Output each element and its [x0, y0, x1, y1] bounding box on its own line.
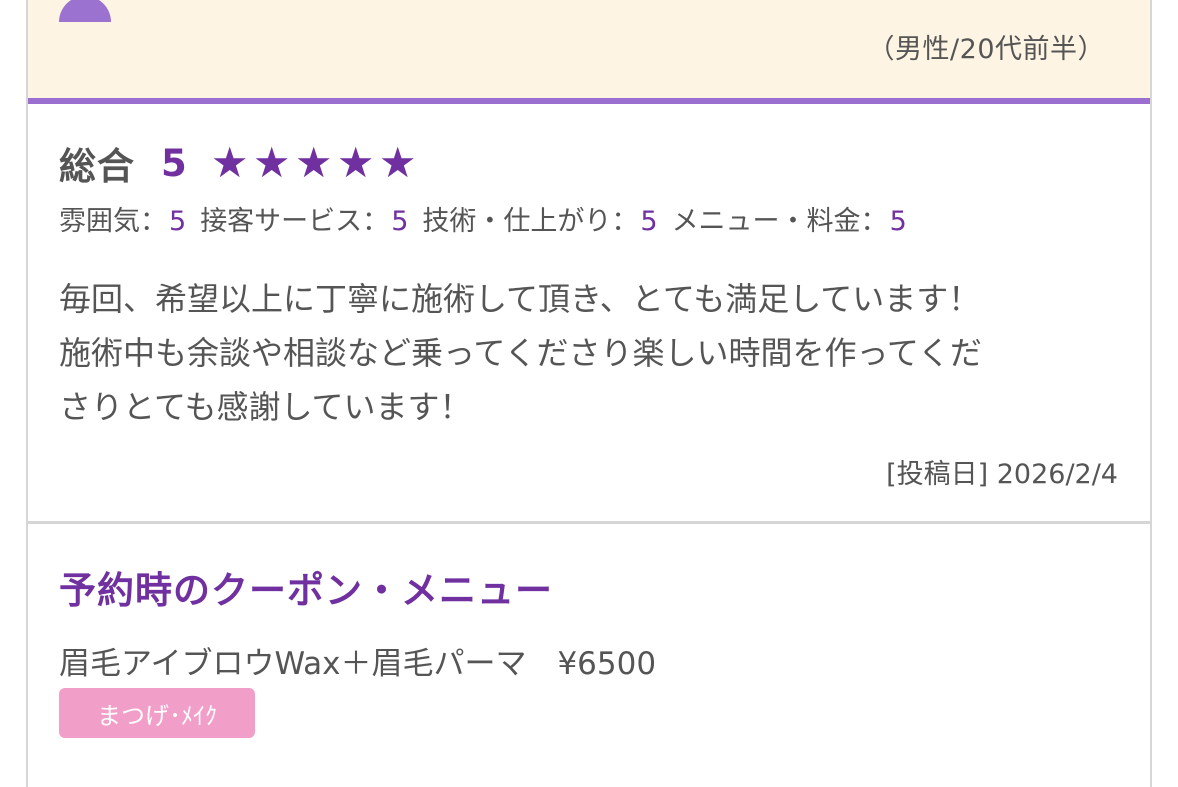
sub-rating-value: 5 — [640, 206, 658, 237]
star-icon: ★ — [252, 138, 291, 187]
header-divider — [28, 98, 1150, 104]
person-icon — [59, 0, 111, 22]
overall-label: 総合 — [59, 145, 135, 188]
review-card: （男性/20代前半） 総合 5 ★ ★ ★ ★ ★ 雰囲気：5 接客サービス：5… — [26, 0, 1152, 787]
sub-rating-technique: 技術・仕上がり：5 — [422, 199, 657, 238]
star-icon: ★ — [294, 138, 333, 187]
overall-score: 5 — [161, 141, 187, 185]
sub-rating-service: 接客サービス：5 — [200, 199, 408, 238]
sub-rating-menu-price: メニュー・料金：5 — [672, 199, 907, 238]
review-comment: 毎回、希望以上に丁寧に施術して頂き、とても満足しています！ 施術中も余談や相談な… — [59, 280, 982, 426]
star-icon: ★ — [378, 138, 417, 187]
post-date: [投稿日] 2026/2/4 — [886, 459, 1118, 490]
star-rating: ★ ★ ★ ★ ★ — [209, 142, 419, 184]
section-divider — [28, 521, 1150, 524]
star-icon: ★ — [336, 138, 375, 187]
sub-rating-label: メニュー・料金： — [671, 206, 888, 237]
sub-ratings: 雰囲気：5 接客サービス：5 技術・仕上がり：5 メニュー・料金：5 — [59, 199, 921, 238]
category-tag: まつげ･ﾒｲｸ — [59, 688, 255, 738]
coupon-menu-name[interactable]: 眉毛アイブロウWax＋眉毛パーマ ¥6500 — [59, 638, 656, 683]
star-icon: ★ — [210, 138, 249, 187]
sub-rating-label: 技術・仕上がり： — [422, 206, 639, 237]
sub-rating-label: 雰囲気： — [59, 206, 167, 237]
sub-rating-value: 5 — [391, 206, 409, 237]
coupon-section-title: 予約時のクーポン・メニュー — [59, 569, 553, 612]
reviewer-meta: （男性/20代前半） — [867, 34, 1105, 65]
sub-rating-value: 5 — [169, 206, 187, 237]
sub-rating-value: 5 — [889, 206, 907, 237]
sub-rating-atmosphere: 雰囲気：5 — [59, 199, 186, 238]
sub-rating-label: 接客サービス： — [200, 206, 390, 237]
overall-rating: 総合 5 ★ ★ ★ ★ ★ — [59, 138, 419, 189]
reviewer-header: （男性/20代前半） — [28, 0, 1150, 98]
